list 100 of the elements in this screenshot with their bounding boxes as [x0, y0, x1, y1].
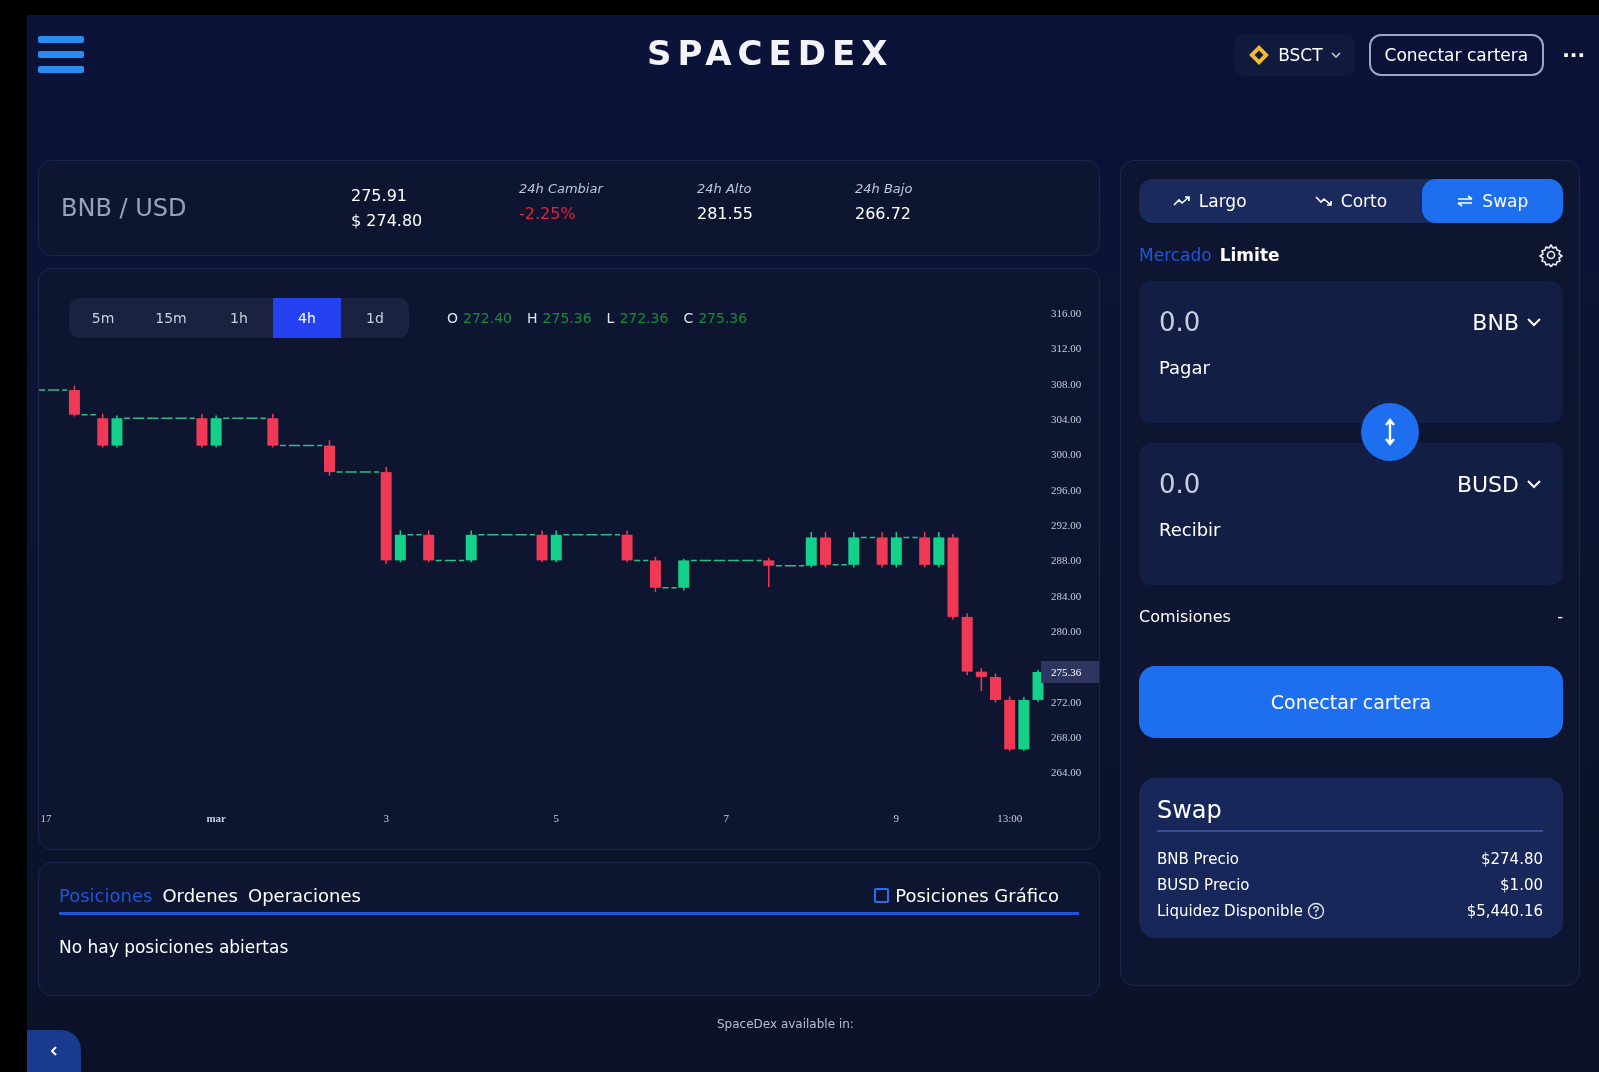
info-value: $274.80	[1480, 850, 1543, 868]
vertical-arrows-icon	[1384, 418, 1396, 446]
interval-tab[interactable]: 1d	[341, 298, 409, 338]
price-label: 272.00	[1051, 695, 1082, 708]
positions-tab[interactable]: Ordenes	[162, 885, 238, 906]
receive-label: Recibir	[1159, 519, 1222, 540]
order-type-tab[interactable]: Limite	[1219, 245, 1280, 265]
candlestick	[789, 564, 805, 567]
candlestick	[860, 536, 876, 539]
side-tab[interactable]: Largo	[1139, 179, 1281, 223]
connect-wallet-button[interactable]: Conectar cartera	[1368, 34, 1545, 76]
price-label: 300.00	[1051, 448, 1082, 461]
settings-icon[interactable]	[1539, 243, 1563, 267]
candlestick	[633, 559, 650, 562]
token-selector[interactable]: BUSD	[1456, 471, 1541, 497]
more-button[interactable]: ···	[1558, 43, 1589, 67]
candlestick	[435, 559, 451, 562]
time-label: 7	[723, 811, 729, 824]
interval-tab[interactable]: 5m	[69, 298, 137, 338]
menu-icon[interactable]	[38, 36, 84, 74]
candlestick	[732, 559, 749, 562]
stat-value: -2.25%	[519, 204, 577, 223]
candlestick	[704, 559, 720, 562]
candlestick	[775, 564, 791, 567]
info-label: BUSD Precio	[1157, 876, 1250, 894]
info-title: Swap	[1157, 796, 1543, 832]
stat-label: 24h Bajo	[855, 181, 914, 196]
fees-value: -	[1557, 607, 1563, 626]
stat-value: 281.55	[697, 204, 754, 223]
time-label: 9	[893, 811, 900, 824]
empty-message: No hay posiciones abiertas	[59, 937, 290, 957]
time-label: 3	[383, 811, 389, 824]
stat-label: 24h Alto	[697, 181, 753, 196]
price-label: 268.00	[1051, 731, 1082, 743]
checkbox[interactable]	[874, 888, 890, 903]
chevron-down-icon	[1527, 317, 1541, 327]
connect-wallet-button[interactable]: Conectar cartera	[1139, 666, 1563, 738]
network-selector[interactable]: BSCT	[1234, 34, 1355, 76]
pay-amount[interactable]: 0.0	[1159, 307, 1201, 337]
candlestick	[307, 444, 324, 447]
price-label: 312.00	[1051, 342, 1082, 355]
diamond-icon	[1248, 44, 1271, 66]
candlestick	[746, 559, 763, 562]
pair-name: BNB / USD	[61, 194, 188, 222]
stat-value: 266.72	[855, 204, 912, 223]
price-label: 304.00	[1051, 413, 1082, 426]
chevron-down-icon	[1330, 52, 1341, 58]
pay-label: Pagar	[1159, 357, 1211, 378]
info-label: Liquidez Disponible	[1157, 902, 1303, 920]
interval-tab[interactable]: 1h	[205, 298, 273, 338]
ohlc-value: 275.36	[542, 310, 592, 326]
last-price: 275.91	[351, 186, 408, 205]
candlestick	[449, 559, 465, 562]
candlestick	[902, 536, 919, 539]
info-value: $5,440.16	[1466, 902, 1543, 920]
info-value: $1.00	[1500, 876, 1543, 894]
positions-tab[interactable]: Operaciones	[248, 885, 361, 906]
candlestick	[718, 559, 735, 562]
current-price-tag: 275.36	[1041, 661, 1099, 683]
price-label: 316.00	[1051, 307, 1082, 320]
ohlc-value: 275.36	[698, 310, 748, 326]
ohlc-key: L	[606, 310, 615, 326]
time-label: mar	[206, 811, 226, 824]
info-label: BNB Precio	[1157, 850, 1239, 868]
stat-label: 24h Cambiar	[519, 181, 605, 196]
ohlc-value: 272.36	[619, 310, 669, 326]
ohlc-key: C	[683, 310, 694, 326]
ohlc-key: H	[527, 310, 538, 326]
candlestick	[80, 413, 97, 416]
time-label: 5	[553, 811, 559, 824]
candlestick	[293, 444, 309, 447]
chevron-down-icon	[1527, 479, 1541, 489]
time-label: 17	[40, 811, 52, 824]
candlestick	[279, 444, 295, 447]
fees-label: Comisiones	[1139, 607, 1231, 626]
chevron-left-icon	[49, 1046, 59, 1056]
token-selector[interactable]: BNB	[1472, 309, 1541, 335]
price-label: 292.00	[1051, 519, 1082, 532]
price-label: 264.00	[1051, 766, 1082, 779]
logo: SPACEDEX	[647, 33, 894, 73]
trend-down-icon	[1314, 195, 1333, 207]
usd-price: $ 274.80	[351, 211, 424, 230]
interval-tab[interactable]: 4h	[273, 298, 341, 338]
help-icon[interactable]	[1306, 902, 1325, 920]
price-label: 288.00	[1051, 554, 1082, 567]
ohlc-value: 272.40	[463, 310, 513, 326]
trend-up-icon	[1172, 195, 1191, 207]
footer-text: SpaceDex available in:	[717, 1017, 854, 1031]
ohlc-key: O	[447, 310, 459, 326]
candlestick	[690, 559, 706, 562]
price-label: 308.00	[1051, 377, 1082, 390]
swap-arrows-icon	[1456, 195, 1475, 207]
receive-amount[interactable]: 0.0	[1159, 469, 1201, 499]
price-label: 296.00	[1051, 483, 1082, 496]
side-tab[interactable]: Corto	[1280, 179, 1422, 223]
interval-tab[interactable]: 15m	[137, 298, 205, 338]
price-label: 284.00	[1051, 589, 1082, 602]
side-tab[interactable]: Swap	[1421, 179, 1563, 223]
time-label: 13:00	[997, 811, 1023, 824]
checkbox-label: Posiciones Gráfico	[895, 885, 1059, 906]
